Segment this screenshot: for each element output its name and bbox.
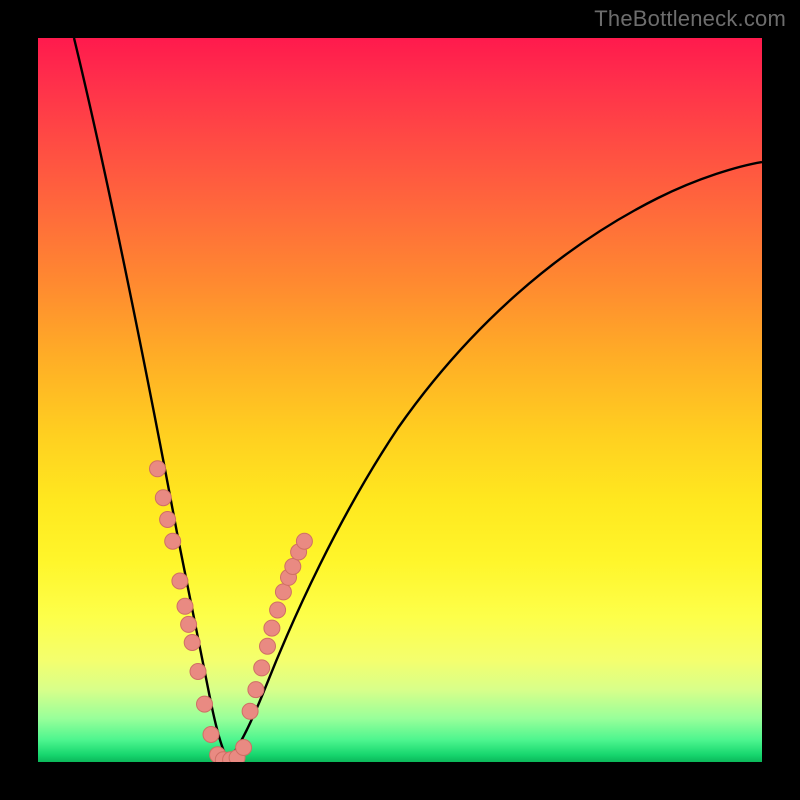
left-branch-curve	[74, 38, 228, 760]
sample-dot	[197, 696, 213, 712]
sample-dot	[236, 740, 252, 756]
sample-dot	[264, 620, 280, 636]
sample-dot	[248, 682, 264, 698]
sample-dot	[260, 638, 276, 654]
sample-dot	[172, 573, 188, 589]
chart-svg	[38, 38, 762, 762]
sample-dot	[254, 660, 270, 676]
dots-layer	[150, 461, 313, 762]
watermark-text: TheBottleneck.com	[594, 6, 786, 32]
sample-dot	[242, 703, 258, 719]
plot-area	[38, 38, 762, 762]
sample-dot	[181, 616, 197, 632]
sample-dot	[155, 490, 171, 506]
sample-dot	[184, 635, 200, 651]
sample-dot	[275, 584, 291, 600]
sample-dot	[285, 559, 301, 575]
chart-frame: TheBottleneck.com	[0, 0, 800, 800]
sample-dot	[190, 664, 206, 680]
sample-dot	[150, 461, 166, 477]
sample-dot	[296, 533, 312, 549]
sample-dot	[270, 602, 286, 618]
curve-group	[74, 38, 762, 760]
sample-dot	[203, 727, 219, 743]
right-branch-curve	[228, 162, 762, 760]
sample-dot	[160, 512, 176, 528]
sample-dot	[165, 533, 181, 549]
sample-dot	[177, 598, 193, 614]
